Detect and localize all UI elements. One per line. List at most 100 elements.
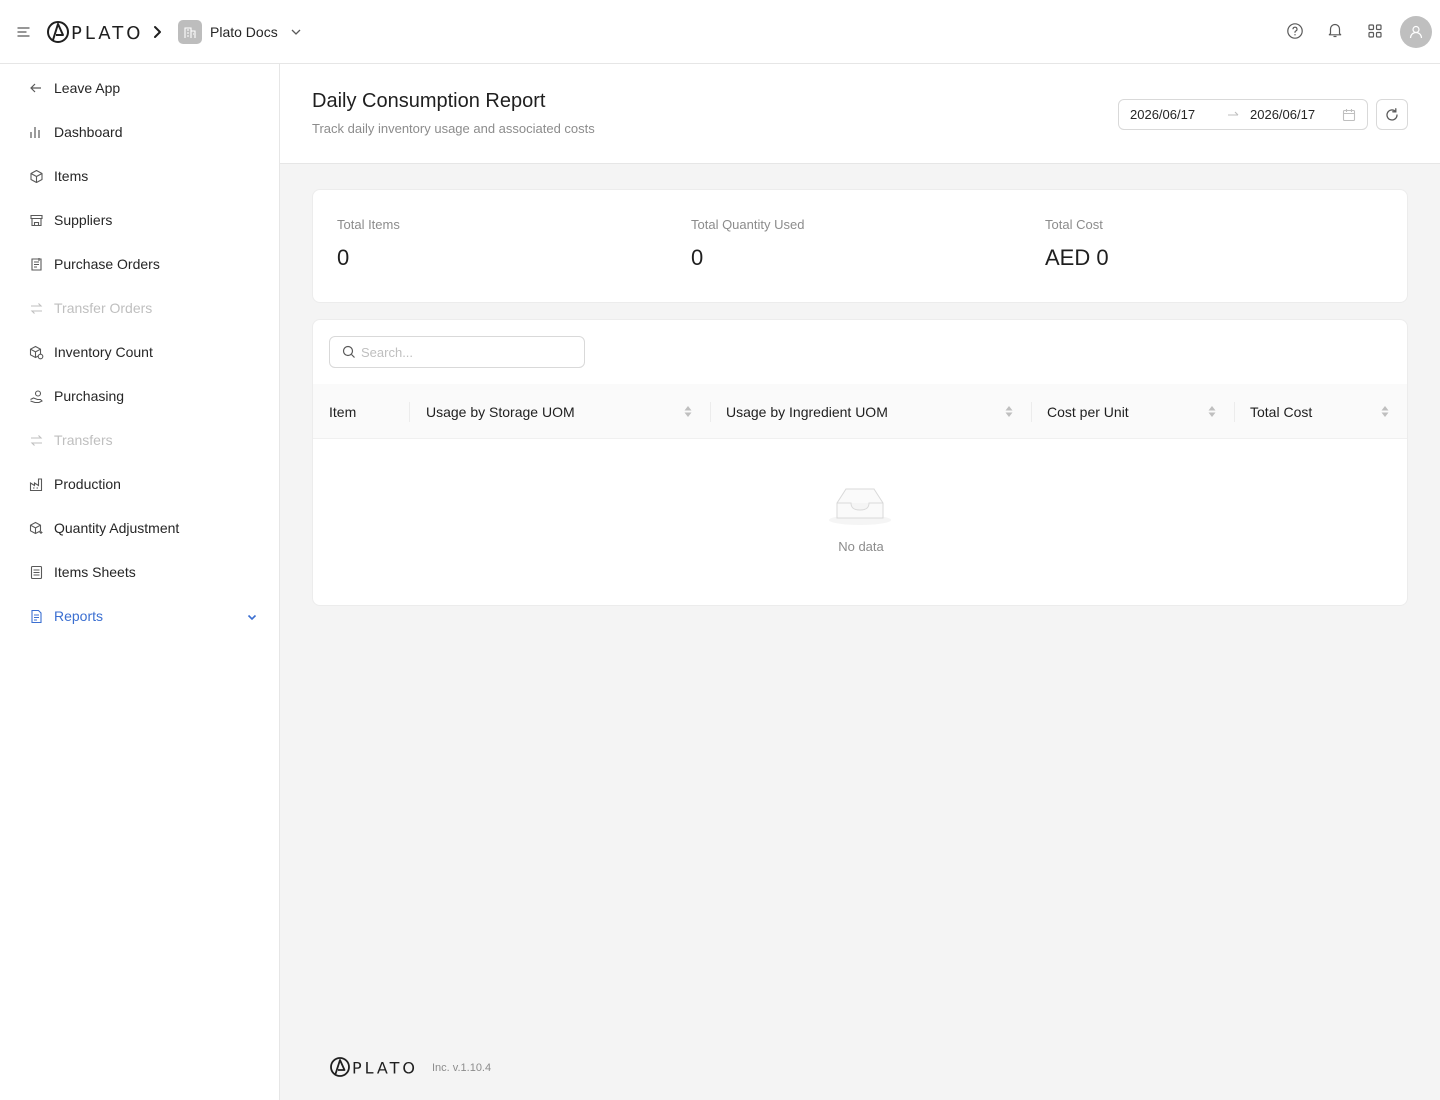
footer-logo: PLATO	[329, 1055, 427, 1079]
table-header: Item Usage by Storage UOM Usage by Ingre…	[313, 384, 1407, 439]
summary-stats-card: Total Items 0 Total Quantity Used 0 Tota…	[312, 189, 1408, 303]
sidebar-item-items[interactable]: Items	[24, 156, 264, 196]
brand-name: PLATO	[71, 23, 143, 44]
stat-total-quantity-used: Total Quantity Used 0	[691, 217, 804, 271]
sidebar-item-items-sheets[interactable]: Items Sheets	[24, 552, 264, 592]
column-divider	[710, 402, 711, 422]
sidebar-item-label: Purchasing	[54, 388, 125, 404]
stat-total-cost: Total Cost AED 0	[1045, 217, 1109, 271]
bar-chart-icon	[28, 124, 44, 140]
refresh-button[interactable]	[1376, 99, 1408, 130]
apps-grid-icon[interactable]	[1366, 22, 1384, 45]
date-start-input[interactable]: 2026/06/17	[1130, 107, 1195, 122]
stat-value: 0	[691, 245, 704, 270]
column-divider	[1234, 402, 1235, 422]
date-range-picker[interactable]: 2026/06/17 2026/06/17	[1118, 99, 1368, 130]
stat-value: 0	[337, 245, 350, 270]
sidebar-item-transfer-orders: Transfer Orders	[24, 288, 264, 328]
sidebar-item-label: Transfer Orders	[54, 300, 153, 316]
organization-switcher[interactable]: Plato Docs	[178, 20, 302, 44]
stat-label: Total Quantity Used	[691, 217, 805, 232]
column-label: Usage by Storage UOM	[426, 403, 575, 420]
user-avatar-icon[interactable]	[1400, 16, 1432, 48]
consumption-table-card: Item Usage by Storage UOM Usage by Ingre…	[312, 319, 1408, 606]
sidebar-item-label: Quantity Adjustment	[54, 520, 180, 536]
column-header-cost-per-unit[interactable]: Cost per Unit	[1031, 384, 1234, 439]
adjust-box-icon	[28, 520, 44, 536]
help-icon[interactable]	[1286, 22, 1304, 45]
empty-inbox-icon	[828, 483, 892, 527]
date-end-input[interactable]: 2026/06/17	[1250, 107, 1315, 122]
sidebar-item-label: Leave App	[54, 80, 121, 96]
sidebar-item-label: Items Sheets	[54, 564, 136, 580]
column-label: Item	[329, 403, 357, 420]
sidebar-item-label: Production	[54, 476, 121, 492]
sidebar-item-label: Dashboard	[54, 124, 123, 140]
swap-icon	[28, 300, 44, 316]
store-icon	[28, 212, 44, 228]
building-icon	[178, 20, 202, 44]
page-header: Daily Consumption Report Track daily inv…	[280, 64, 1440, 164]
sidebar-item-label: Inventory Count	[54, 344, 153, 360]
search-input[interactable]	[361, 342, 571, 362]
empty-state: No data	[313, 439, 1407, 605]
sidebar: Leave App Dashboard Items Suppliers Purc…	[0, 64, 280, 1100]
page-title: Daily Consumption Report	[312, 90, 546, 112]
top-bar: PLATO Plato Docs	[0, 0, 1440, 64]
sidebar-item-label: Reports	[54, 608, 104, 624]
sidebar-item-label: Suppliers	[54, 212, 113, 228]
count-box-icon	[28, 344, 44, 360]
chevron-down-icon[interactable]	[246, 610, 258, 622]
sidebar-item-purchasing[interactable]: Purchasing	[24, 376, 264, 416]
sidebar-item-suppliers[interactable]: Suppliers	[24, 200, 264, 240]
menu-icon[interactable]	[16, 24, 32, 40]
column-label: Cost per Unit	[1047, 403, 1129, 420]
column-header-usage-ingredient-uom[interactable]: Usage by Ingredient UOM	[710, 384, 1031, 439]
sort-icon[interactable]	[1380, 404, 1390, 419]
stat-value: AED 0	[1045, 245, 1109, 270]
column-header-item: Item	[329, 384, 409, 439]
arrow-left-icon	[28, 80, 44, 96]
column-label: Usage by Ingredient UOM	[726, 403, 888, 420]
empty-state-text: No data	[838, 539, 884, 554]
arrow-right-icon	[1226, 108, 1240, 122]
app-version: Inc. v.1.10.4	[432, 1062, 492, 1074]
stat-total-items: Total Items 0	[337, 217, 400, 271]
sheet-icon	[28, 564, 44, 580]
footer-brand-name: PLATO	[352, 1059, 418, 1078]
stat-label: Total Cost	[1045, 217, 1103, 232]
sidebar-item-label: Purchase Orders	[54, 256, 160, 272]
sidebar-item-label: Transfers	[54, 432, 113, 448]
sort-icon[interactable]	[683, 404, 693, 419]
sidebar-item-quantity-adjustment[interactable]: Quantity Adjustment	[24, 508, 264, 548]
calendar-icon	[1342, 108, 1356, 122]
clipboard-icon	[28, 256, 44, 272]
sidebar-item-production[interactable]: Production	[24, 464, 264, 504]
sidebar-item-dashboard[interactable]: Dashboard	[24, 112, 264, 152]
sort-icon[interactable]	[1004, 404, 1014, 419]
brand-logo[interactable]: PLATO	[46, 18, 144, 46]
page-subtitle: Track daily inventory usage and associat…	[312, 121, 595, 136]
search-box[interactable]	[329, 336, 585, 368]
sidebar-item-label: Items	[54, 168, 89, 184]
refresh-icon	[1384, 107, 1400, 123]
bell-icon[interactable]	[1326, 21, 1344, 44]
column-label: Total Cost	[1250, 403, 1313, 420]
sidebar-item-reports[interactable]: Reports	[24, 596, 264, 636]
factory-icon	[28, 476, 44, 492]
search-icon	[342, 345, 356, 359]
column-header-total-cost[interactable]: Total Cost	[1234, 384, 1407, 439]
hand-coin-icon	[28, 388, 44, 404]
chevron-down-icon	[286, 26, 302, 38]
sort-icon[interactable]	[1207, 404, 1217, 419]
chevron-right-icon	[150, 22, 166, 42]
column-header-usage-storage-uom[interactable]: Usage by Storage UOM	[409, 384, 710, 439]
swap-icon	[28, 432, 44, 448]
sidebar-item-inventory-count[interactable]: Inventory Count	[24, 332, 264, 372]
sidebar-item-leave-app[interactable]: Leave App	[24, 68, 264, 108]
sidebar-item-purchase-orders[interactable]: Purchase Orders	[24, 244, 264, 284]
report-icon	[28, 608, 44, 624]
column-divider	[409, 402, 410, 422]
column-divider	[1031, 402, 1032, 422]
organization-name: Plato Docs	[210, 24, 278, 40]
